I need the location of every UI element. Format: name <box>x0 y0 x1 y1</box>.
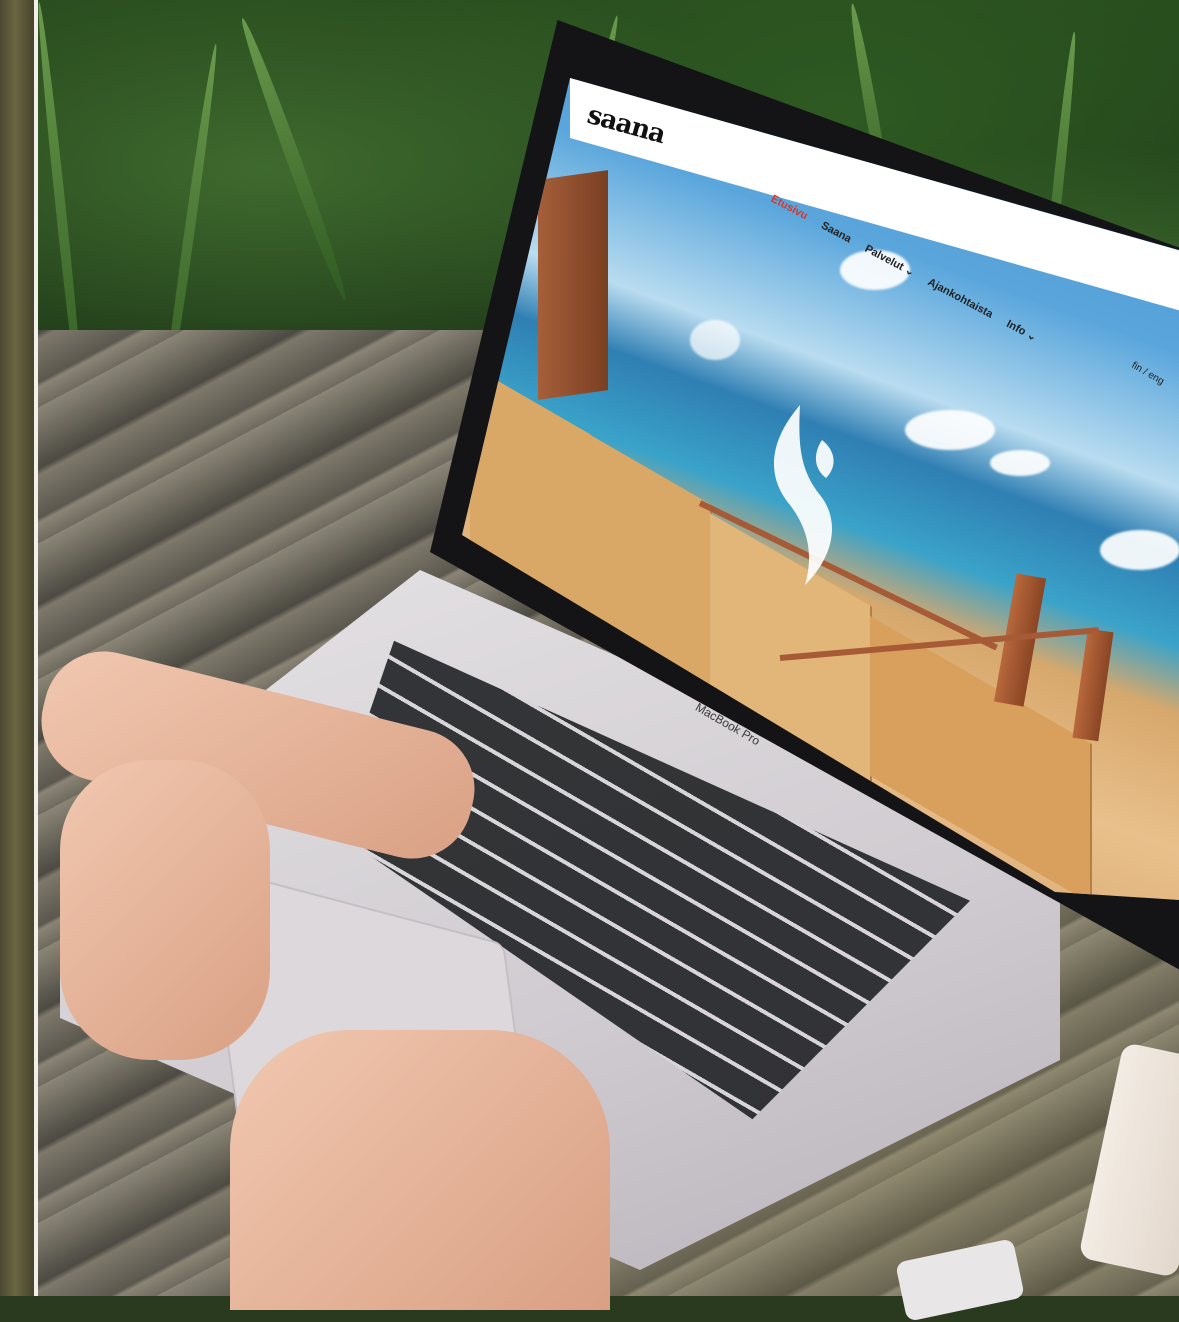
photo-scene: saana Etusivu Saana Palvelut ⌄ Ajankohta… <box>0 0 1179 1322</box>
wood-edge-strip <box>0 0 38 1296</box>
cloud <box>1100 530 1179 570</box>
left-hand-palm <box>60 760 270 1060</box>
grass-blade <box>235 15 352 303</box>
cloud <box>690 320 740 360</box>
cloud <box>990 450 1050 476</box>
right-hand <box>230 1030 610 1310</box>
cloud <box>905 410 995 450</box>
sauna-chimney <box>538 170 608 400</box>
saana-flame-logo <box>773 405 834 585</box>
